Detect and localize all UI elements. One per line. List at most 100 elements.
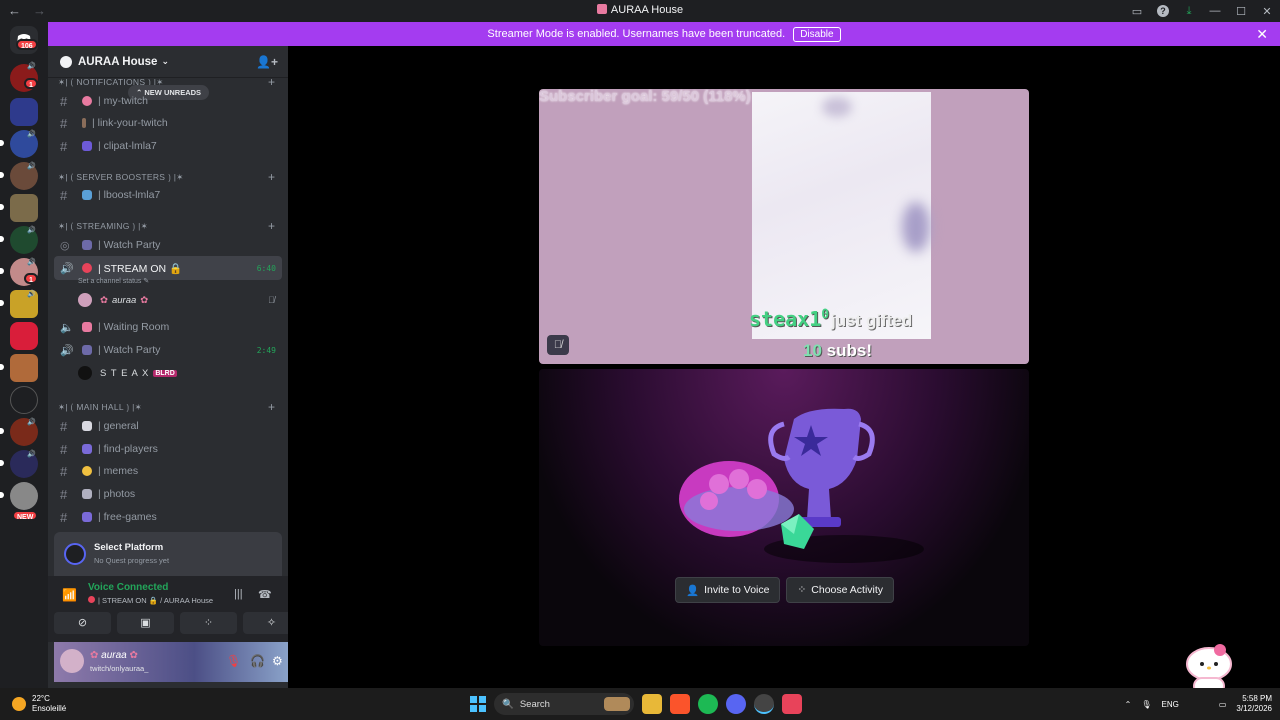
- channel-link-your-twitch[interactable]: # | link-your-twitch: [54, 112, 282, 134]
- gift-user-name: steax1: [749, 307, 822, 331]
- camera-off-button[interactable]: ⊘: [54, 612, 111, 634]
- disconnect-icon[interactable]: ☎: [258, 588, 272, 601]
- server-icon[interactable]: [10, 482, 38, 510]
- category-main-hall[interactable]: ✶| ⟮ MAIN HALL ⟯ |✶ +: [58, 400, 275, 414]
- channel-my-twitch[interactable]: # | my-twitch: [54, 90, 282, 112]
- add-user-icon: 👤: [686, 584, 700, 597]
- windows-start-icon[interactable]: [470, 696, 486, 712]
- settings-icon[interactable]: ⚙: [272, 654, 283, 668]
- channel-label: | photos: [98, 488, 136, 500]
- maximize-button[interactable]: ☐: [1228, 5, 1254, 18]
- channel-label: | link-your-twitch: [92, 117, 168, 129]
- screen-share-button[interactable]: ▣: [117, 612, 174, 634]
- voice-user-auraa[interactable]: ✿ auraa ✿: [78, 293, 148, 307]
- microphone-icon[interactable]: 🎙: [1141, 700, 1151, 709]
- quest-panel[interactable]: Select Platform No Quest progress yet: [54, 532, 282, 576]
- add-channel-icon[interactable]: +: [268, 400, 275, 414]
- brave-icon[interactable]: [670, 694, 690, 714]
- noise-suppression-icon[interactable]: |||: [234, 588, 243, 600]
- channel-label: | Watch Party: [98, 344, 161, 356]
- channel-free-games[interactable]: # | free-games: [54, 506, 282, 528]
- server-icon[interactable]: [10, 194, 38, 222]
- language-indicator[interactable]: ENG: [1162, 700, 1179, 709]
- voice-timer: 2:49: [256, 345, 276, 355]
- flower-icon: ✿: [126, 650, 138, 661]
- add-channel-icon[interactable]: +: [268, 170, 275, 184]
- add-channel-icon[interactable]: +: [268, 219, 275, 233]
- deafen-button[interactable]: 🎧: [250, 654, 265, 668]
- mute-mic-button[interactable]: 🎙: [226, 654, 241, 668]
- app-icon[interactable]: [782, 694, 802, 714]
- trophy-illustration: [679, 408, 924, 563]
- folder-icon[interactable]: [10, 98, 38, 126]
- voice-location[interactable]: | STREAM ON 🔒 / AURAA House: [88, 596, 213, 605]
- stream-video: [752, 92, 931, 339]
- channel-boost[interactable]: # | lboost-lmla7: [54, 184, 282, 206]
- close-banner-icon[interactable]: ✕: [1256, 26, 1268, 43]
- channel-label: | clipat-lmla7: [98, 140, 157, 152]
- channel-memes[interactable]: # | memes: [54, 460, 282, 482]
- stage-icon: ◎: [60, 239, 70, 252]
- spotify-icon[interactable]: [698, 694, 718, 714]
- voice-user-steax[interactable]: S T E A X BLRD: [78, 366, 177, 380]
- add-channel-icon[interactable]: +: [268, 75, 275, 89]
- discord-icon[interactable]: [726, 694, 746, 714]
- add-user-icon[interactable]: 👤+: [256, 55, 278, 69]
- taskbar-search[interactable]: 🔍 Search: [494, 693, 634, 715]
- unread-indicator: [0, 172, 4, 178]
- unread-indicator: [0, 140, 4, 146]
- channel-photos[interactable]: # | photos: [54, 483, 282, 505]
- choose-activity-button[interactable]: ⁘ Choose Activity: [786, 577, 895, 603]
- clock[interactable]: 5:58 PM 3/12/2026: [1236, 694, 1272, 714]
- flower-icon: ✿: [90, 650, 102, 661]
- invite-to-voice-button[interactable]: 👤 Invite to Voice: [675, 577, 781, 603]
- help-icon[interactable]: ?: [1157, 5, 1169, 17]
- channel-status[interactable]: Set a channel status ✎: [78, 277, 149, 285]
- taskbar-apps: 🔍 Search: [470, 693, 802, 715]
- signal-icon[interactable]: 📶: [62, 588, 77, 602]
- user-panel: ✿ auraa ✿ twitch/onlyauraa_ 🎙 🎧 ⚙: [54, 642, 288, 682]
- channel-watch-party[interactable]: ◎ | Watch Party: [54, 234, 282, 256]
- wifi-icon[interactable]: ▭: [1219, 700, 1227, 709]
- channel-label: | Waiting Room: [98, 321, 170, 333]
- user-name: S T E A X: [100, 367, 150, 379]
- flower-icon: ✿: [100, 294, 108, 306]
- stream-tile[interactable]: Subscriber goal: 59/50 (118%) steax10 ju…: [539, 89, 1029, 364]
- channel-watch-party-2[interactable]: 🔊 | Watch Party 2:49: [54, 339, 282, 361]
- disable-button[interactable]: Disable: [793, 26, 841, 42]
- app-icon[interactable]: [754, 694, 774, 714]
- voice-connected-label[interactable]: Voice Connected: [88, 582, 168, 593]
- server-icon[interactable]: [10, 386, 38, 414]
- user-name[interactable]: ✿ auraa ✿: [90, 650, 138, 661]
- activities-button[interactable]: ⁘: [180, 612, 237, 634]
- channel-label: | free-games: [98, 511, 157, 523]
- channel-waiting-room[interactable]: 🔈 | Waiting Room: [54, 316, 282, 338]
- close-window-button[interactable]: ✕: [1254, 5, 1280, 18]
- inbox-icon[interactable]: ▭: [1124, 5, 1150, 18]
- file-explorer-icon[interactable]: [642, 694, 662, 714]
- weather-widget[interactable]: 22°C Ensoleillé: [12, 694, 66, 714]
- download-icon[interactable]: ⤓: [1176, 5, 1202, 18]
- streamer-mode-banner: Streamer Mode is enabled. Usernames have…: [48, 22, 1280, 46]
- channel-general[interactable]: # | general: [54, 415, 282, 437]
- server-icon[interactable]: [10, 354, 38, 382]
- soundboard-button[interactable]: ✧: [243, 612, 288, 634]
- category-boosters[interactable]: ✶| ⟮ SERVER BOOSTERS ⟯ |✶ +: [58, 170, 275, 184]
- chevron-up-icon[interactable]: ⌃: [1125, 700, 1132, 709]
- clapper-icon: [82, 141, 92, 151]
- user-tag: BLRD: [153, 369, 177, 377]
- muted-mic-icon[interactable]: 🎙̸: [547, 335, 569, 355]
- minimize-button[interactable]: —: [1202, 5, 1228, 17]
- server-header[interactable]: AURAA House ⌄ 👤+: [48, 46, 288, 78]
- banner-text: Streamer Mode is enabled. Usernames have…: [487, 28, 786, 40]
- avatar[interactable]: [60, 649, 84, 673]
- muted-mic-icon: 🎙̸: [268, 295, 275, 305]
- server-icon[interactable]: [10, 322, 38, 350]
- channel-find-players[interactable]: # | find-players: [54, 438, 282, 460]
- channel-clipat[interactable]: # | clipat-lmla7: [54, 135, 282, 157]
- gamepad-icon: [82, 512, 92, 522]
- category-streaming[interactable]: ✶| ⟮ STREAMING ⟯ |✶ +: [58, 219, 275, 233]
- quest-subtitle: No Quest progress yet: [94, 556, 170, 565]
- hash-icon: #: [60, 115, 68, 131]
- window-title-text: AURAA House: [610, 4, 684, 16]
